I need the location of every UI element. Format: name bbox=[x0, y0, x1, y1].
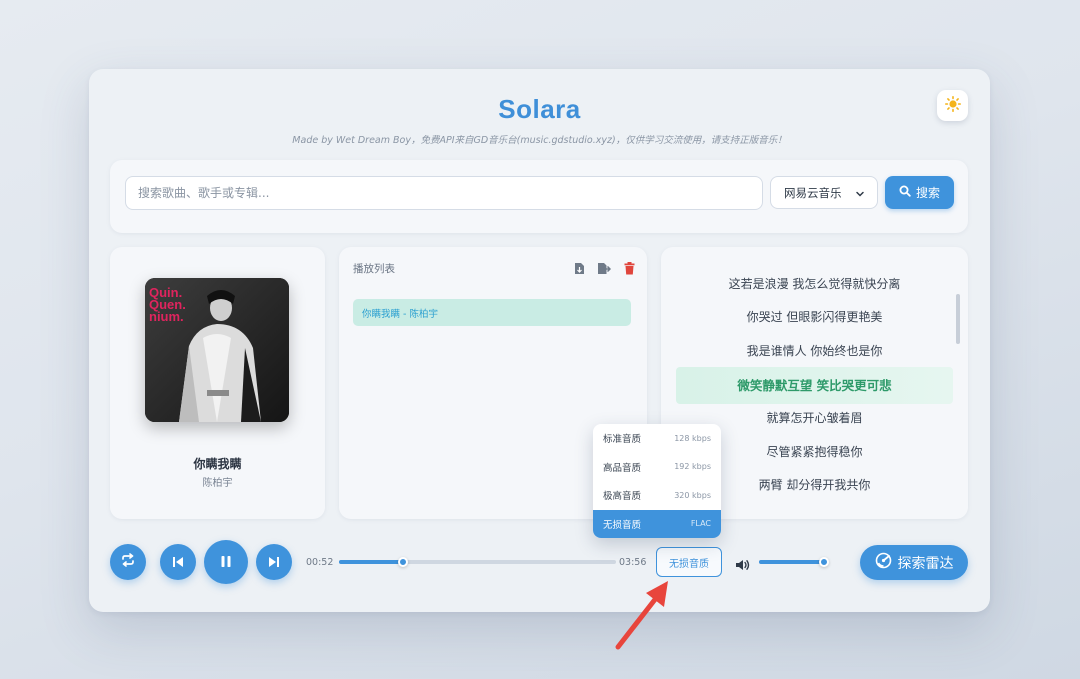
skip-previous-icon bbox=[172, 553, 184, 572]
album-cover: Quin. Quen. nium. bbox=[145, 278, 289, 422]
playlist-header: 播放列表 bbox=[353, 263, 395, 275]
quality-option-rate: 320 kbps bbox=[674, 490, 711, 500]
radar-icon bbox=[875, 552, 892, 573]
duration: 03:56 bbox=[619, 557, 647, 568]
quality-option-lossless[interactable]: 无损音质 FLAC bbox=[593, 509, 721, 538]
next-track-button[interactable] bbox=[256, 544, 292, 580]
quality-button[interactable]: 无损音质 bbox=[656, 547, 722, 577]
lyric-line: 这若是浪漫 我怎么觉得就快分离 bbox=[728, 277, 901, 291]
quality-option-label: 高品音质 bbox=[603, 462, 642, 474]
lyric-line: 你哭过 但眼影闪得更艳美 bbox=[746, 310, 883, 324]
progress-bar[interactable] bbox=[339, 557, 616, 567]
previous-track-button[interactable] bbox=[160, 544, 196, 580]
quality-option-label: 极高音质 bbox=[603, 491, 642, 503]
quality-option-high[interactable]: 高品音质 192 kbps bbox=[593, 453, 721, 482]
quality-option-very-high[interactable]: 极高音质 320 kbps bbox=[593, 481, 721, 510]
app-title: Solara bbox=[498, 94, 581, 124]
music-source-select[interactable]: 网易云音乐 bbox=[770, 176, 878, 209]
explore-radar-label: 探索雷达 bbox=[897, 555, 954, 572]
playlist-actions bbox=[571, 260, 637, 276]
quality-menu: 标准音质 128 kbps 高品音质 192 kbps 极高音质 320 kbp… bbox=[593, 424, 721, 538]
song-title: 你瞒我瞒 bbox=[193, 457, 242, 471]
progress-fill bbox=[339, 560, 403, 564]
music-source-value: 网易云音乐 bbox=[784, 185, 842, 200]
lyrics-scrollbar[interactable] bbox=[956, 294, 960, 344]
quality-option-rate: 128 kbps bbox=[674, 433, 711, 443]
quality-option-standard[interactable]: 标准音质 128 kbps bbox=[593, 424, 721, 453]
repeat-mode-button[interactable] bbox=[110, 544, 146, 580]
search-button-label: 搜索 bbox=[915, 186, 940, 200]
quality-option-rate: 192 kbps bbox=[674, 462, 711, 472]
search-button[interactable]: 搜索 bbox=[885, 176, 954, 209]
annotation-arrow-icon bbox=[610, 575, 680, 659]
search-input[interactable] bbox=[125, 176, 763, 210]
quality-option-label: 无损音质 bbox=[603, 519, 642, 531]
play-pause-button[interactable] bbox=[204, 540, 248, 584]
volume-icon[interactable] bbox=[735, 556, 750, 575]
app-window: Solara Made by Wet Dream Boy，免费API来自GD音乐… bbox=[89, 69, 990, 612]
search-icon bbox=[899, 185, 911, 200]
playlist-item[interactable]: 你瞒我瞒 - 陈柏宇 bbox=[353, 299, 631, 326]
skip-next-icon bbox=[268, 553, 280, 572]
song-artist: 陈柏宇 bbox=[202, 478, 233, 489]
cover-art-text: Quin. Quen. nium. bbox=[149, 285, 186, 324]
now-playing-panel: Quin. Quen. nium. 你瞒我瞒 陈柏宇 bbox=[110, 247, 325, 519]
chevron-down-icon bbox=[855, 188, 865, 202]
lyric-line: 我是谁情人 你始终也是你 bbox=[746, 344, 883, 358]
quality-option-label: 标准音质 bbox=[603, 434, 642, 446]
quality-option-rate: FLAC bbox=[690, 519, 711, 529]
import-playlist-icon[interactable] bbox=[571, 260, 587, 276]
explore-radar-button[interactable]: 探索雷达 bbox=[860, 545, 968, 580]
export-playlist-icon[interactable] bbox=[596, 260, 612, 276]
volume-slider[interactable] bbox=[759, 557, 829, 567]
repeat-icon bbox=[120, 552, 136, 572]
app-subtitle: Made by Wet Dream Boy，免费API来自GD音乐台(music… bbox=[292, 135, 787, 146]
sun-icon bbox=[944, 95, 961, 116]
volume-fill bbox=[759, 560, 824, 564]
clear-playlist-icon[interactable] bbox=[621, 260, 637, 276]
volume-thumb[interactable] bbox=[819, 557, 829, 567]
current-time: 00:52 bbox=[306, 557, 334, 568]
lyric-line-active: 微笑静默互望 笑比哭更可悲 bbox=[676, 367, 953, 404]
progress-thumb[interactable] bbox=[397, 557, 408, 567]
pause-icon bbox=[220, 553, 232, 572]
theme-toggle-button[interactable] bbox=[937, 90, 968, 121]
search-bar: 网易云音乐 搜索 bbox=[110, 160, 968, 233]
